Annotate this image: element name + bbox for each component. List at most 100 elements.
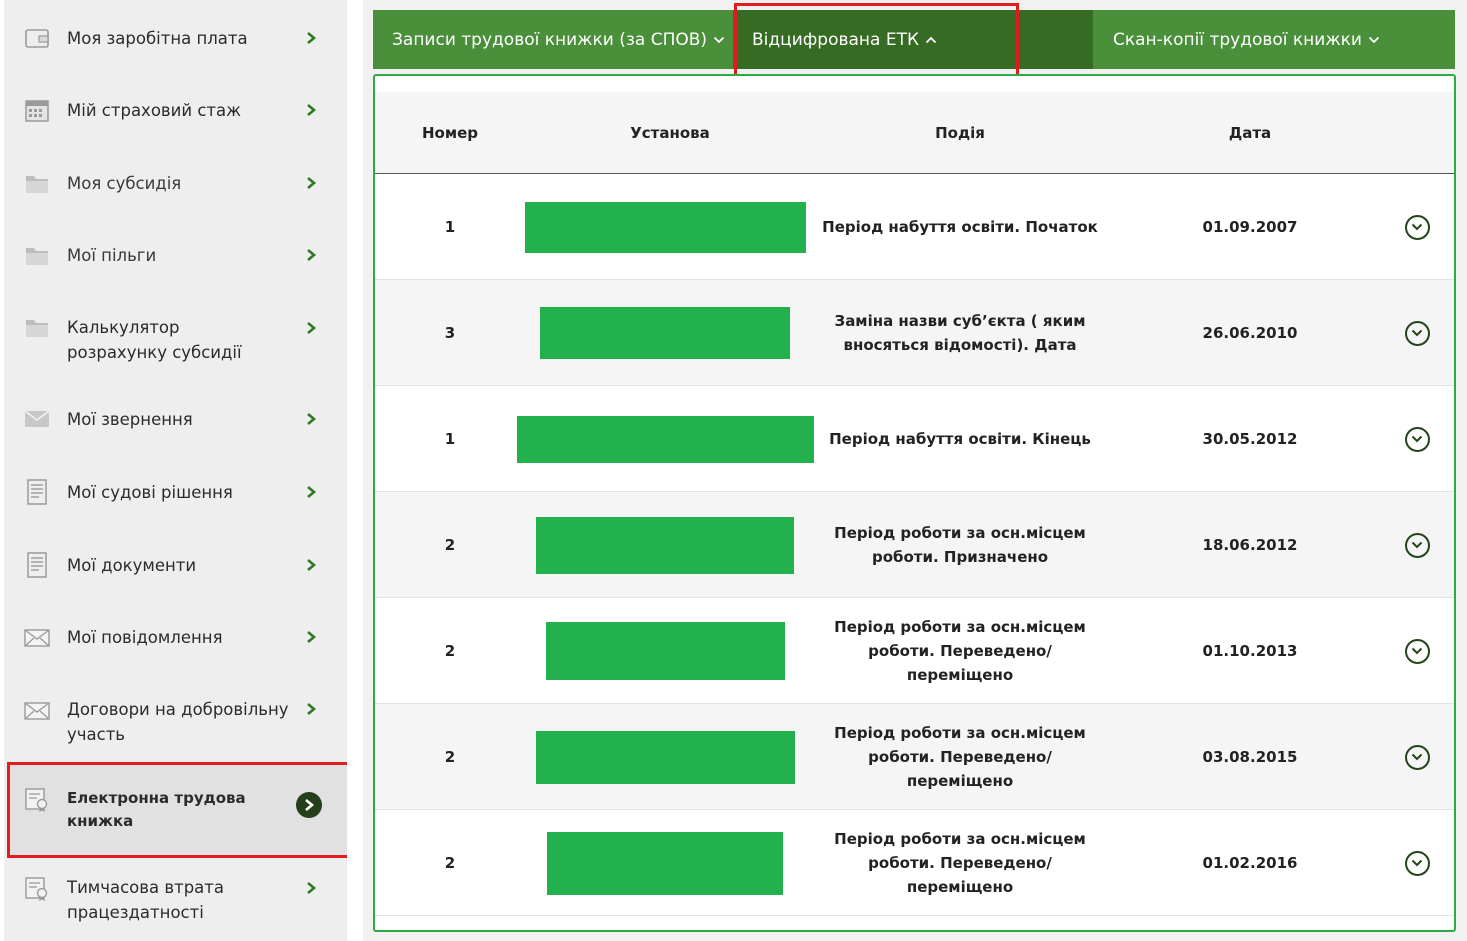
sidebar-item-voluntary-contracts[interactable]: Договори на добровільну участь (4, 674, 347, 762)
sidebar-item-label: Мої судові рішення (67, 483, 233, 502)
redacted-org (516, 415, 814, 463)
table-row: 3 Заміна назви суб’єкта ( яким вносяться… (375, 280, 1454, 386)
row-date: 01.02.2016 (1202, 854, 1298, 872)
table-row: 1 Період набуття освіти. Початок 01.09.2… (375, 174, 1454, 280)
envelope-icon (24, 406, 50, 432)
chevron-right-icon (302, 628, 320, 646)
redacted-org (545, 622, 785, 680)
row-number: 1 (444, 218, 456, 236)
chevron-right-icon (302, 246, 320, 264)
table-row: 2 Період роботи за осн.місцем роботи. Пр… (375, 492, 1454, 598)
expand-row-button[interactable] (1404, 850, 1430, 876)
expand-row-button[interactable] (1404, 638, 1430, 664)
tab-records-spov[interactable]: Записи трудової книжки (за СПОВ) (373, 10, 733, 69)
column-header-number: Номер (421, 124, 479, 142)
expand-row-button[interactable] (1404, 214, 1430, 240)
column-header-org: Установа (630, 124, 710, 142)
row-number: 2 (444, 642, 456, 660)
expand-row-button[interactable] (1404, 532, 1430, 558)
sidebar-item-subsidy-calculator[interactable]: Калькулятор розрахунку субсидії (4, 292, 347, 382)
chevron-right-icon (296, 792, 322, 818)
row-event: Період набуття освіти. Кінець (829, 430, 1091, 448)
expand-cell (1397, 810, 1437, 916)
chevron-right-icon (302, 319, 320, 337)
row-event: Період набуття освіти. Початок (822, 218, 1098, 236)
redacted-org (535, 730, 795, 784)
row-event: Період роботи за осн.місцем роботи. Приз… (834, 524, 1086, 566)
chevron-down-icon (1411, 223, 1423, 231)
row-date: 18.06.2012 (1202, 536, 1298, 554)
org-cell (505, 174, 825, 280)
row-number: 2 (444, 748, 456, 766)
sidebar-item-label: Мої пільги (67, 246, 157, 265)
expand-row-button[interactable] (1404, 744, 1430, 770)
expand-cell (1397, 386, 1437, 492)
tab-digitized-etk[interactable]: Відцифрована ЕТК (733, 10, 1093, 69)
tab-bar: Записи трудової книжки (за СПОВ) Відцифр… (373, 10, 1455, 69)
row-event: Період роботи за осн.місцем роботи. Пере… (834, 724, 1086, 790)
sidebar-item-label: Договори на добровільну участь (67, 700, 289, 744)
tab-label: Відцифрована ЕТК (752, 29, 920, 50)
chevron-down-icon (1411, 753, 1423, 761)
org-cell (505, 598, 825, 704)
chevron-down-icon (1411, 435, 1423, 443)
document-icon (24, 552, 50, 578)
etk-table: Номер Установа Подія Дата 1 Період набут… (373, 74, 1456, 932)
sidebar-item-label: Мої повідомлення (67, 628, 223, 647)
chevron-right-icon (302, 483, 320, 501)
chevron-down-icon (1411, 647, 1423, 655)
sidebar: Моя заробітна плата Мій страховий стаж М… (4, 0, 347, 941)
folder-icon (24, 170, 50, 196)
chevron-right-icon (302, 29, 320, 47)
org-cell (505, 280, 825, 386)
chevron-right-icon (302, 556, 320, 574)
gutter (347, 0, 363, 941)
expand-cell (1397, 704, 1437, 810)
sidebar-item-salary[interactable]: Моя заробітна плата (4, 2, 347, 74)
row-event: Період роботи за осн.місцем роботи. Пере… (834, 618, 1086, 684)
row-event: Період роботи за осн.місцем роботи. Пере… (834, 830, 1086, 896)
folder-icon (24, 314, 50, 340)
sidebar-item-appeals[interactable]: Мої звернення (4, 382, 347, 456)
table-row: 2 Період роботи за осн.місцем роботи. Пе… (375, 704, 1454, 810)
folder-icon (24, 242, 50, 268)
certificate-icon (24, 876, 50, 902)
redacted-org (536, 516, 794, 574)
expand-row-button[interactable] (1404, 426, 1430, 452)
sidebar-item-notifications[interactable]: Мої повідомлення (4, 602, 347, 674)
table-row: 1 Період набуття освіти. Кінець 30.05.20… (375, 386, 1454, 492)
chevron-up-icon (925, 36, 937, 44)
sidebar-item-insurance-record[interactable]: Мій страховий стаж (4, 74, 347, 148)
row-date: 26.06.2010 (1202, 324, 1298, 342)
sidebar-item-label: Мої документи (67, 556, 197, 575)
chevron-down-icon (1411, 541, 1423, 549)
certificate-icon (24, 787, 50, 813)
sidebar-item-documents[interactable]: Мої документи (4, 528, 347, 602)
sidebar-item-court-decisions[interactable]: Мої судові рішення (4, 456, 347, 528)
column-header-date: Дата (1228, 124, 1272, 142)
sidebar-item-electronic-workbook[interactable]: Електронна трудова книжка (10, 765, 347, 855)
table-header: Номер Установа Подія Дата (375, 92, 1454, 174)
chevron-right-icon (302, 879, 320, 897)
expand-cell (1397, 174, 1437, 280)
sidebar-item-temporary-disability[interactable]: Тимчасова втрата працездатності (4, 858, 347, 941)
row-date: 01.10.2013 (1202, 642, 1298, 660)
redacted-org (524, 201, 806, 253)
expand-cell (1397, 598, 1437, 704)
org-cell (505, 386, 825, 492)
chevron-right-icon (302, 101, 320, 119)
sidebar-item-benefits[interactable]: Мої пільги (4, 220, 347, 292)
document-icon (24, 479, 50, 505)
tab-scan-copies[interactable]: Скан-копії трудової книжки (1093, 10, 1455, 69)
row-number: 2 (444, 536, 456, 554)
org-cell (505, 492, 825, 598)
sidebar-item-subsidy[interactable]: Моя субсидія (4, 148, 347, 220)
envelope-icon (24, 698, 50, 724)
org-cell (505, 704, 825, 810)
chevron-right-icon (302, 700, 320, 718)
expand-cell (1397, 492, 1437, 598)
expand-row-button[interactable] (1404, 320, 1430, 346)
table-row: 2 Період роботи за осн.місцем роботи. Пе… (375, 598, 1454, 704)
sidebar-item-label: Тимчасова втрата працездатності (67, 878, 224, 922)
row-date: 01.09.2007 (1202, 218, 1298, 236)
